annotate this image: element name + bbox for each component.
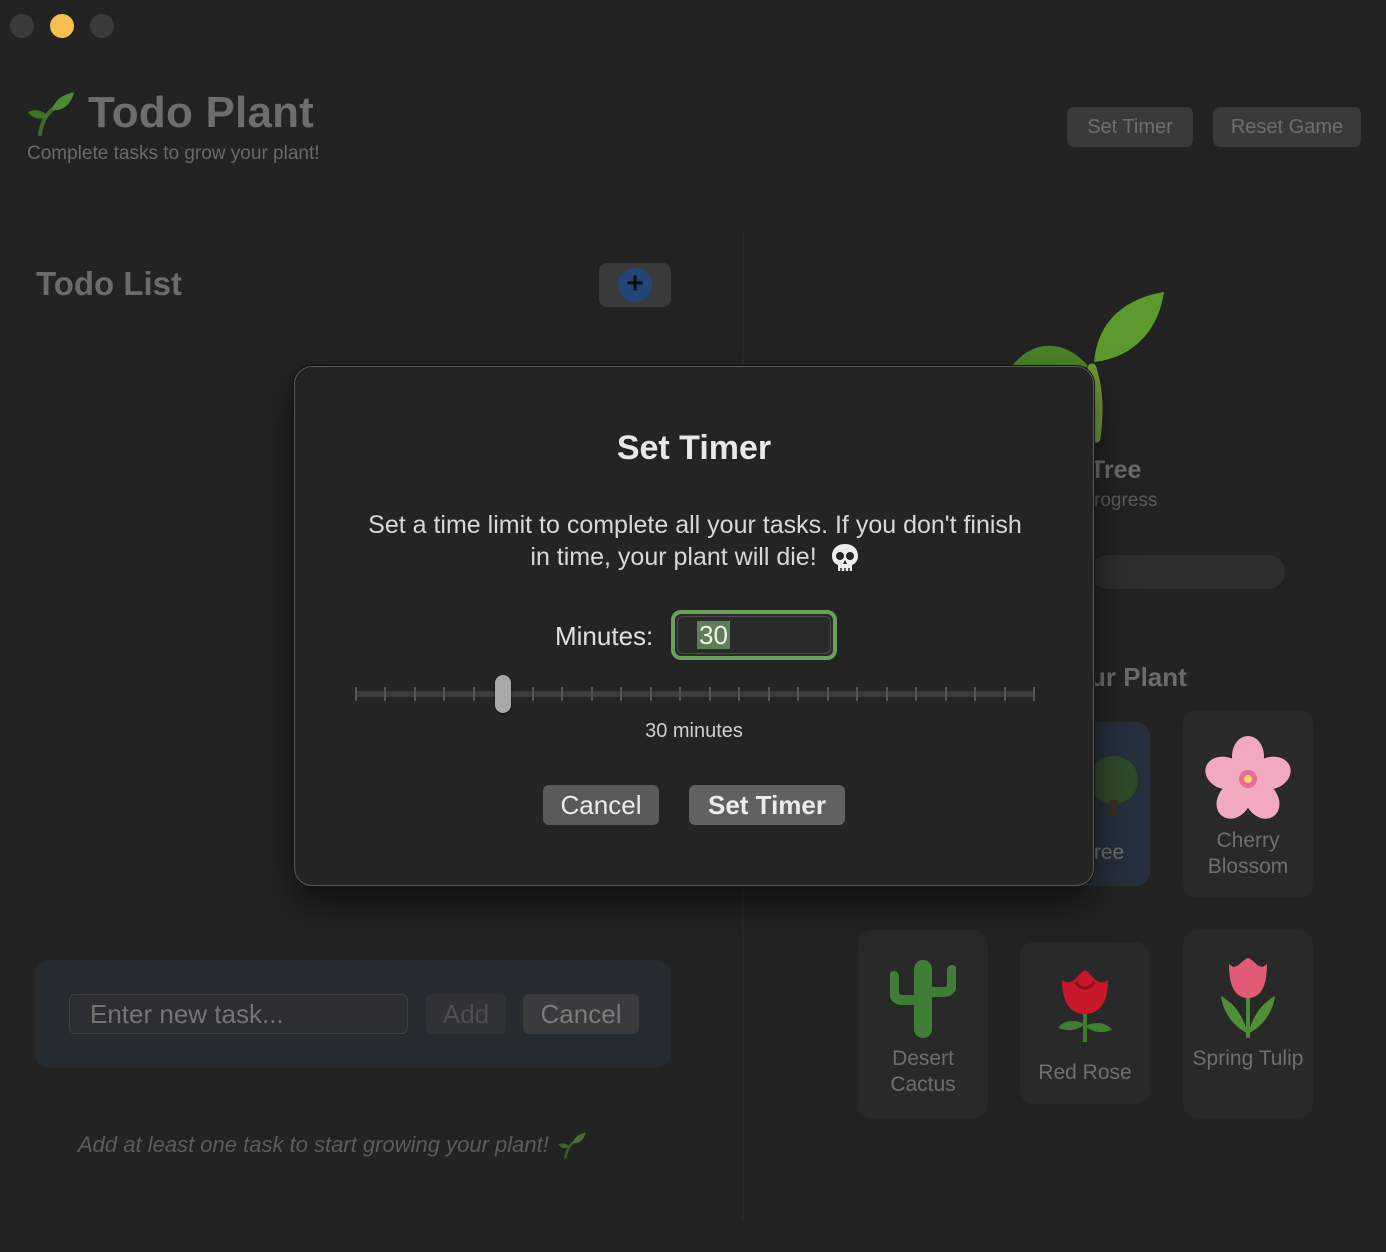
app-title: Todo Plant xyxy=(26,88,314,138)
add-task-confirm-button[interactable]: Add xyxy=(426,994,506,1034)
slider-thumb[interactable] xyxy=(495,675,512,713)
slider-tick xyxy=(1003,687,1006,701)
rose-icon xyxy=(1058,970,1112,1042)
new-task-input[interactable] xyxy=(69,994,408,1034)
slider-tick xyxy=(620,687,623,701)
slider-track xyxy=(355,691,1035,697)
slider-tick xyxy=(413,687,416,701)
slider-tick xyxy=(915,687,918,701)
minutes-slider[interactable] xyxy=(355,671,1035,715)
slider-tick xyxy=(708,687,711,701)
slider-tick xyxy=(590,687,593,701)
minutes-value: 30 xyxy=(697,620,730,650)
slider-tick xyxy=(679,687,682,701)
slider-tick xyxy=(649,687,652,701)
add-task-button[interactable]: + xyxy=(599,263,671,307)
minutes-label: Minutes: xyxy=(555,621,654,651)
slider-tick xyxy=(384,687,387,701)
plus-circle-icon: + xyxy=(618,268,652,302)
slider-tick xyxy=(738,687,741,701)
app-window: Todo Plant Complete tasks to grow your p… xyxy=(0,0,1386,1252)
slider-readout: 30 minutes xyxy=(645,720,743,742)
tulip-icon xyxy=(1221,958,1275,1038)
minutes-input[interactable]: 30 xyxy=(671,610,837,660)
dialog-cancel-button[interactable]: Cancel xyxy=(543,785,659,825)
plant-option-spring-tulip[interactable]: Spring Tulip xyxy=(1183,930,1313,1118)
minimize-window-button[interactable] xyxy=(50,14,74,38)
dialog-set-timer-button[interactable]: Set Timer xyxy=(689,785,845,825)
cancel-new-task-button[interactable]: Cancel xyxy=(523,994,639,1034)
reset-game-button[interactable]: Reset Game xyxy=(1213,107,1361,147)
tree-icon xyxy=(1090,756,1138,816)
set-timer-button[interactable]: Set Timer xyxy=(1067,107,1193,147)
app-header: Todo Plant Complete tasks to grow your p… xyxy=(0,50,1386,198)
slider-tick xyxy=(856,687,859,701)
empty-hint-text: Add at least one task to start growing y… xyxy=(78,1132,549,1157)
new-task-panel: Add Cancel xyxy=(35,960,671,1068)
sprout-icon xyxy=(28,92,74,136)
cactus-icon xyxy=(890,960,956,1038)
plant-option-cherry-blossom[interactable]: Cherry Blossom xyxy=(1183,710,1313,898)
slider-tick xyxy=(797,687,800,701)
plant-option-desert-cactus[interactable]: Desert Cactus xyxy=(858,930,988,1118)
slider-tick xyxy=(885,687,888,701)
slider-tick xyxy=(443,687,446,701)
slider-tick xyxy=(561,687,564,701)
todo-list-title: Todo List xyxy=(36,265,183,302)
slider-tick xyxy=(472,687,475,701)
empty-hint: Add at least one task to start growing y… xyxy=(78,1130,587,1160)
plant-option-red-rose[interactable]: Red Rose xyxy=(1020,942,1150,1104)
traffic-lights xyxy=(10,14,114,38)
slider-tick xyxy=(1033,687,1035,701)
dialog-description: Set a time limit to complete all your ta… xyxy=(355,509,1035,574)
zoom-window-button[interactable] xyxy=(90,14,114,38)
close-window-button[interactable] xyxy=(10,14,34,38)
plant-progress-label: rogress xyxy=(1094,490,1158,511)
plant-option-label: Red Rose xyxy=(1038,1061,1132,1084)
cherry-blossom-icon xyxy=(1205,736,1291,819)
plant-progress-bar xyxy=(1090,555,1285,589)
slider-tick xyxy=(767,687,770,701)
skull-icon xyxy=(831,544,858,572)
dialog-description-text: Set a time limit to complete all your ta… xyxy=(368,511,1022,571)
set-timer-dialog: Set Timer Set a time limit to complete a… xyxy=(294,366,1094,886)
plant-option-label: Desert Cactus xyxy=(890,1047,956,1096)
plant-option-label: Cherry Blossom xyxy=(1207,829,1289,878)
dialog-title: Set Timer xyxy=(616,429,772,467)
plant-name: Tree xyxy=(1090,456,1142,484)
slider-tick xyxy=(974,687,977,701)
slider-tick xyxy=(531,687,534,701)
app-subtitle: Complete tasks to grow your plant! xyxy=(27,143,320,164)
slider-tick xyxy=(826,687,829,701)
sprout-icon xyxy=(558,1132,586,1159)
slider-tick xyxy=(355,687,357,701)
plant-option-label: Spring Tulip xyxy=(1192,1047,1304,1070)
slider-tick xyxy=(944,687,947,701)
choose-plant-title: ur Plant xyxy=(1090,662,1187,692)
app-title-text: Todo Plant xyxy=(88,88,315,137)
